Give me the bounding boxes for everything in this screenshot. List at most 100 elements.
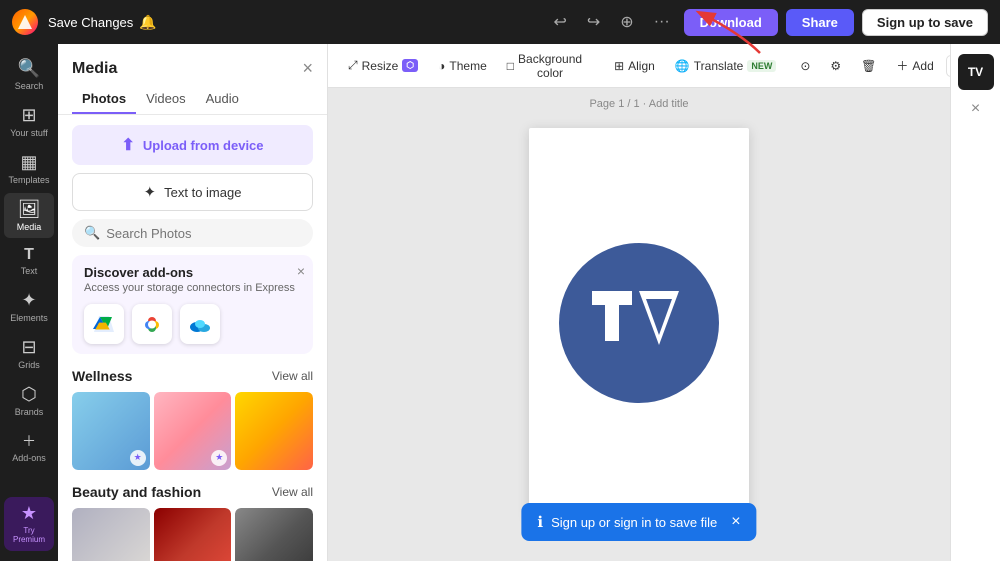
yourstuff-icon: ⊞ <box>21 105 36 126</box>
toolbar: ⤢ Resize ⬡ ◑ Theme □ Background color ⊞ … <box>328 44 950 88</box>
wellness-badge-1: ★ <box>130 450 146 466</box>
wellness-photo-1[interactable]: ★ <box>72 392 150 470</box>
notif-info-icon: ℹ <box>537 513 543 531</box>
accessibility-button[interactable]: ⊙ <box>792 54 818 78</box>
right-avatar[interactable]: TV <box>958 54 994 90</box>
delete-button[interactable]: 🗑 <box>853 54 884 78</box>
discover-subtitle: Access your storage connectors in Expres… <box>84 282 301 294</box>
save-label: Save Changes <box>48 15 133 30</box>
app-logo[interactable] <box>12 9 38 35</box>
notif-close-button[interactable]: × <box>731 513 740 531</box>
media-icon: 🖼 <box>18 199 41 220</box>
location-button[interactable]: ⊕ <box>614 8 639 36</box>
beauty-photo-grid <box>72 508 313 561</box>
tab-videos[interactable]: Videos <box>136 85 196 114</box>
sidebar-item-media[interactable]: 🖼 Media <box>4 193 54 238</box>
wellness-badge-2: ★ <box>211 450 227 466</box>
sidebar-search-label: Search <box>15 81 44 91</box>
sidebar-text-label: Text <box>21 266 38 276</box>
sidebar-grids-label: Grids <box>18 360 40 370</box>
upload-icon: ⬆ <box>121 135 134 155</box>
theme-icon: ◑ <box>438 59 445 73</box>
canvas-paper[interactable] <box>529 128 749 518</box>
media-panel-close[interactable]: × <box>302 58 313 79</box>
sidebar-item-text[interactable]: T Text <box>4 240 54 282</box>
addons-icon: ＋ <box>22 431 36 451</box>
media-panel: Media × Photos Videos Audio ⬆ Upload fro… <box>58 44 328 561</box>
onedrive-icon[interactable] <box>180 304 220 344</box>
add-label: Add <box>912 59 933 73</box>
settings-icon: ⚙ <box>830 59 841 73</box>
sidebar-item-addons[interactable]: ＋ Add-ons <box>4 425 54 469</box>
more-button[interactable]: ··· <box>648 9 676 35</box>
upload-from-device-button[interactable]: ⬆ Upload from device <box>72 125 313 165</box>
tab-photos[interactable]: Photos <box>72 85 136 114</box>
sidebar-media-label: Media <box>17 222 42 232</box>
tv-logo <box>559 243 719 403</box>
search-photos-input[interactable] <box>106 226 301 241</box>
beauty-photo-1[interactable] <box>72 508 150 561</box>
gdrive-icon[interactable] <box>84 304 124 344</box>
wellness-view-all[interactable]: View all <box>272 369 313 383</box>
save-icon: 🔔 <box>139 14 156 31</box>
search-photos-container: 🔍 <box>72 219 313 247</box>
discover-close-button[interactable]: × <box>297 263 305 279</box>
text-to-image-button[interactable]: ✦ Text to image <box>72 173 313 211</box>
add-icon: ＋ <box>896 57 908 74</box>
resize-icon: ⤢ <box>348 58 358 73</box>
main-area: 🔍 Search ⊞ Your stuff ▦ Templates 🖼 Medi… <box>0 44 1000 561</box>
align-button[interactable]: ⊞ Align <box>606 54 663 78</box>
right-panel-close[interactable]: × <box>971 100 980 118</box>
beauty-photo-2[interactable] <box>154 508 232 561</box>
sidebar-item-trypremium[interactable]: ★ Try Premium <box>4 497 54 551</box>
wellness-photo-2[interactable]: ★ <box>154 392 232 470</box>
canvas-page-label[interactable]: Page 1 / 1 · Add title <box>589 98 688 110</box>
download-button[interactable]: Download <box>684 9 778 36</box>
align-icon: ⊞ <box>614 59 624 73</box>
discover-icons <box>84 304 301 344</box>
media-tabs: Photos Videos Audio <box>58 85 327 115</box>
resize-button[interactable]: ⤢ Resize ⬡ <box>340 53 426 78</box>
text-icon: T <box>24 246 34 264</box>
sidebar-addons-label: Add-ons <box>12 453 46 463</box>
accessibility-icon: ⊙ <box>800 59 810 73</box>
bgcolor-icon: □ <box>507 59 514 73</box>
text-img-label: Text to image <box>164 185 241 200</box>
sidebar-item-elements[interactable]: ✦ Elements <box>4 284 54 329</box>
beauty-photo-3[interactable] <box>235 508 313 561</box>
sidebar-item-grids[interactable]: ⊟ Grids <box>4 331 54 376</box>
upload-label: Upload from device <box>143 138 264 153</box>
text-img-icon: ✦ <box>144 183 157 201</box>
beauty-view-all[interactable]: View all <box>272 485 313 499</box>
wellness-section-header: Wellness View all <box>72 368 313 384</box>
add-page-button[interactable]: ＋ Add <box>888 52 941 79</box>
undo-button[interactable]: ↩ <box>547 8 572 36</box>
sidebar-item-yourstuff[interactable]: ⊞ Your stuff <box>4 99 54 144</box>
sidebar-bottom: ★ Try Premium <box>4 497 54 561</box>
theme-button[interactable]: ◑ Theme <box>430 54 495 78</box>
tab-audio[interactable]: Audio <box>196 85 249 114</box>
sidebar-item-search[interactable]: 🔍 Search <box>4 52 54 97</box>
redo-button[interactable]: ↪ <box>581 8 606 36</box>
share-button[interactable]: Share <box>786 9 854 36</box>
wellness-title: Wellness <box>72 368 132 384</box>
background-color-button[interactable]: □ Background color <box>499 47 590 85</box>
signup-save-button[interactable]: Sign up to save <box>862 9 988 36</box>
sidebar-item-templates[interactable]: ▦ Templates <box>4 146 54 191</box>
search-icon: 🔍 <box>18 58 40 79</box>
translate-button[interactable]: 🌐 Translate NEW <box>667 54 785 78</box>
gphotos-icon[interactable] <box>132 304 172 344</box>
grids-icon: ⊟ <box>21 337 36 358</box>
resize-label: Resize <box>362 59 399 73</box>
sidebar-item-brands[interactable]: ⬡ Brands <box>4 378 54 423</box>
save-changes-button[interactable]: Save Changes 🔔 <box>48 14 157 31</box>
beauty-section-header: Beauty and fashion View all <box>72 484 313 500</box>
save-notification: ℹ Sign up or sign in to save file × <box>521 503 756 541</box>
settings-button[interactable]: ⚙ <box>822 54 849 78</box>
search-photos-icon: 🔍 <box>84 225 100 241</box>
sidebar-brands-label: Brands <box>15 407 44 417</box>
discover-addons-banner: × Discover add-ons Access your storage c… <box>72 255 313 354</box>
wellness-photo-grid: ★ ★ <box>72 392 313 470</box>
wellness-photo-3[interactable] <box>235 392 313 470</box>
discover-title: Discover add-ons <box>84 265 301 280</box>
